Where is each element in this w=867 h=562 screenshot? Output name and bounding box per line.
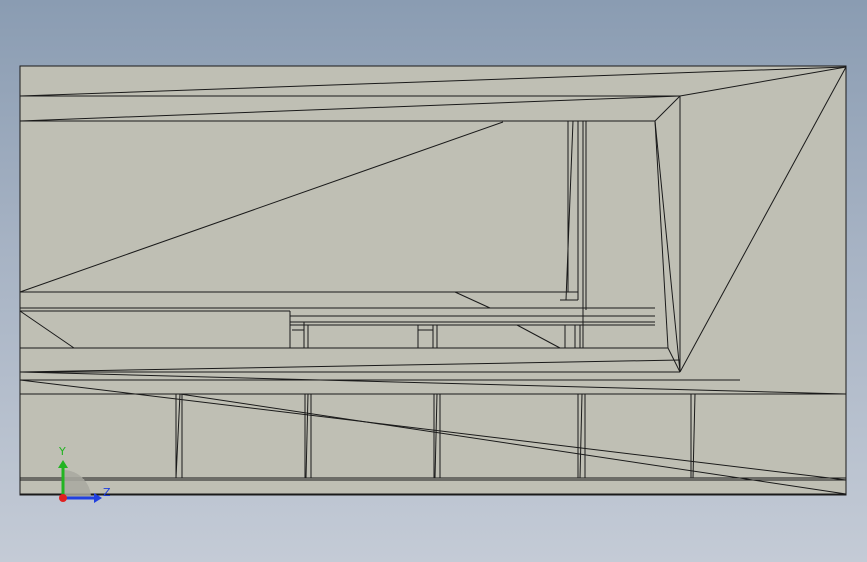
x-axis-dot-icon <box>59 494 67 502</box>
model-view[interactable]: Y Z <box>0 0 867 562</box>
graphics-viewport[interactable]: Y Z <box>0 0 867 562</box>
part-outline <box>19 65 847 496</box>
z-axis-label: Z <box>103 486 111 499</box>
y-axis-label: Y <box>58 445 66 458</box>
